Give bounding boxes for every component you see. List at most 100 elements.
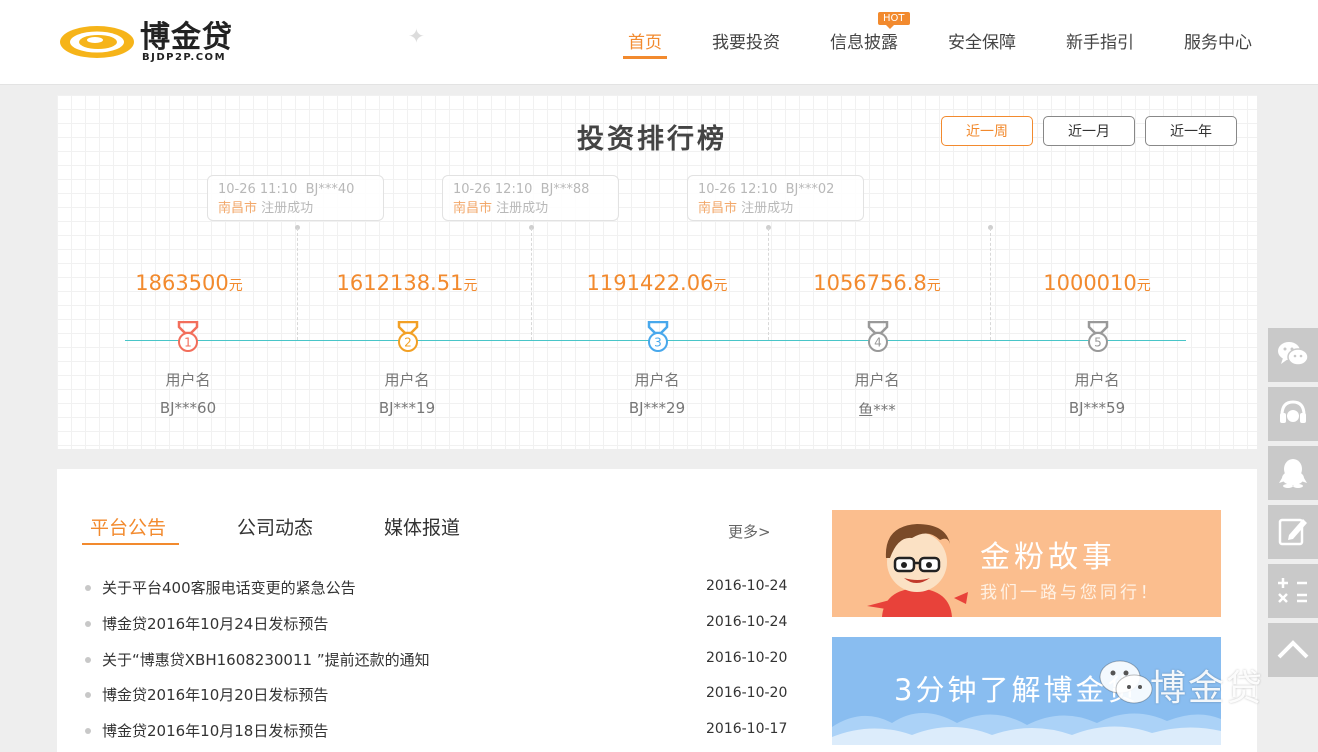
- news-list-item[interactable]: 博金贷2016年10月18日发标预告 2016-10-17: [85, 720, 788, 742]
- bullet-icon: [85, 728, 91, 734]
- banner-title: 3分钟了解博金贷: [894, 673, 1140, 707]
- bullet-icon: [85, 585, 91, 591]
- news-date: 2016-10-17: [706, 721, 788, 737]
- nav-service-center[interactable]: 服务中心: [1184, 28, 1252, 53]
- news-list-item[interactable]: 关于“博惠贷XBH1608230011 ”提前还款的通知 2016-10-20: [85, 649, 788, 671]
- headset-icon: [1280, 400, 1306, 423]
- news-list-item[interactable]: 关于平台400客服电话变更的紧急公告 2016-10-24: [85, 577, 788, 599]
- connector-line: [768, 228, 769, 340]
- calculator-side-button[interactable]: [1268, 564, 1318, 618]
- connector-line: [990, 228, 991, 340]
- news-date: 2016-10-24: [706, 614, 788, 630]
- back-to-top-button[interactable]: [1268, 623, 1318, 677]
- edit-icon: [1278, 518, 1307, 546]
- news-date: 2016-10-24: [706, 578, 788, 594]
- logo-swirl-icon: [60, 26, 134, 58]
- activity-user: BJ***40: [305, 182, 355, 197]
- activity-time: 10-26 12:10: [698, 182, 778, 197]
- customer-service-side-button[interactable]: [1268, 387, 1318, 441]
- period-year-button[interactable]: 近一年: [1145, 116, 1237, 146]
- site-logo[interactable]: 博金贷 BJDP2P.COM: [58, 22, 248, 64]
- activity-user: BJ***88: [540, 182, 590, 197]
- user-label: 用户名: [165, 371, 211, 389]
- wechat-icon: [1278, 342, 1309, 366]
- bullet-icon: [85, 657, 91, 663]
- svg-text:5: 5: [1094, 336, 1102, 350]
- rank-amount: 1000010元: [1043, 271, 1151, 295]
- period-month-button[interactable]: 近一月: [1043, 116, 1135, 146]
- news-title[interactable]: 关于“博惠贷XBH1608230011 ”提前还款的通知: [102, 649, 430, 670]
- hot-badge: HOT: [878, 12, 910, 29]
- banner-subtitle: 我们一路与您同行！: [980, 583, 1160, 603]
- site-header: 博金贷 BJDP2P.COM ✦ 首页 我要投资 信息披露 HOT 安全保障 新…: [0, 0, 1318, 85]
- qq-side-button[interactable]: [1268, 446, 1318, 500]
- nav-home[interactable]: 首页: [628, 28, 662, 53]
- user-label: 用户名: [384, 371, 430, 389]
- investment-ranking-panel: 投资排行榜 近一周 近一月 近一年 10-26 11:10 BJ***40 南昌…: [57, 95, 1257, 449]
- connector-line: [531, 228, 532, 340]
- nav-disclosure[interactable]: 信息披露: [830, 28, 898, 53]
- rank-user: 鱼***: [858, 401, 896, 419]
- qq-penguin-icon: [1279, 459, 1307, 488]
- news-title[interactable]: 博金贷2016年10月20日发标预告: [102, 684, 328, 705]
- news-title[interactable]: 博金贷2016年10月24日发标预告: [102, 613, 328, 634]
- nav-active-indicator: [623, 56, 667, 59]
- medal-icon: 5: [1087, 321, 1109, 352]
- connector-line: [297, 228, 298, 340]
- activity-city: 南昌市: [698, 201, 738, 216]
- news-list-item[interactable]: 博金贷2016年10月24日发标预告 2016-10-24: [85, 613, 788, 635]
- tab-media-reports[interactable]: 媒体报道: [384, 513, 460, 540]
- logo-domain: BJDP2P.COM: [142, 52, 227, 63]
- svg-text:1: 1: [184, 336, 192, 350]
- more-link[interactable]: 更多>: [728, 521, 771, 542]
- activity-user: BJ***02: [785, 182, 835, 197]
- activity-time: 10-26 12:10: [453, 182, 533, 197]
- user-label: 用户名: [634, 371, 680, 389]
- svg-text:3: 3: [654, 336, 662, 350]
- period-week-button[interactable]: 近一周: [941, 116, 1033, 146]
- news-panel: 平台公告 公司动态 媒体报道 更多> 关于平台400客服电话变更的紧急公告 20…: [57, 469, 1257, 752]
- activity-event: 注册成功: [741, 201, 794, 216]
- rank-amount: 1056756.8元: [813, 271, 941, 295]
- medal-icon: 4: [867, 321, 889, 352]
- tab-active-indicator: [82, 543, 179, 545]
- activity-time: 10-26 11:10: [218, 182, 298, 197]
- calculator-icon: [1278, 578, 1307, 603]
- activity-bubble: 10-26 11:10 BJ***40 南昌市 注册成功: [207, 175, 384, 221]
- news-title[interactable]: 博金贷2016年10月18日发标预告: [102, 720, 328, 741]
- rank-user: BJ***19: [378, 399, 436, 417]
- user-label: 用户名: [854, 371, 900, 389]
- news-date: 2016-10-20: [706, 650, 788, 666]
- intro-video-banner[interactable]: 3分钟了解博金贷: [832, 637, 1221, 745]
- activity-bubble: 10-26 12:10 BJ***02 南昌市 注册成功: [687, 175, 864, 221]
- activity-city: 南昌市: [218, 201, 258, 216]
- bullet-icon: [85, 692, 91, 698]
- news-title[interactable]: 关于平台400客服电话变更的紧急公告: [102, 577, 356, 598]
- nav-beginner-guide[interactable]: 新手指引: [1066, 28, 1134, 53]
- medal-icon: 2: [397, 321, 419, 352]
- svg-text:4: 4: [874, 336, 882, 350]
- medal-icon: 3: [647, 321, 669, 352]
- activity-event: 注册成功: [496, 201, 549, 216]
- bird-decoration-icon: ✦: [408, 24, 425, 48]
- nav-security[interactable]: 安全保障: [948, 28, 1016, 53]
- banner-title: 金粉故事: [980, 540, 1116, 575]
- rank-amount: 1612138.51元: [336, 271, 478, 295]
- news-date: 2016-10-20: [706, 685, 788, 701]
- news-list-item[interactable]: 博金贷2016年10月20日发标预告 2016-10-20: [85, 684, 788, 706]
- chevron-up-icon: [1277, 640, 1309, 659]
- cartoon-man-icon: [867, 524, 968, 617]
- tab-company-news[interactable]: 公司动态: [237, 513, 313, 540]
- tab-platform-announcements[interactable]: 平台公告: [90, 513, 166, 540]
- activity-event: 注册成功: [261, 201, 314, 216]
- activity-city: 南昌市: [453, 201, 493, 216]
- feedback-side-button[interactable]: [1268, 505, 1318, 559]
- fan-stories-banner[interactable]: 金粉故事 我们一路与您同行！: [832, 510, 1221, 617]
- user-label: 用户名: [1074, 371, 1120, 389]
- rank-amount: 1191422.06元: [586, 271, 728, 295]
- activity-bubble: 10-26 12:10 BJ***88 南昌市 注册成功: [442, 175, 619, 221]
- nav-invest[interactable]: 我要投资: [712, 28, 780, 53]
- wechat-side-button[interactable]: [1268, 328, 1318, 382]
- medal-icon: 1: [177, 321, 199, 352]
- rank-amount: 1863500元: [135, 271, 243, 295]
